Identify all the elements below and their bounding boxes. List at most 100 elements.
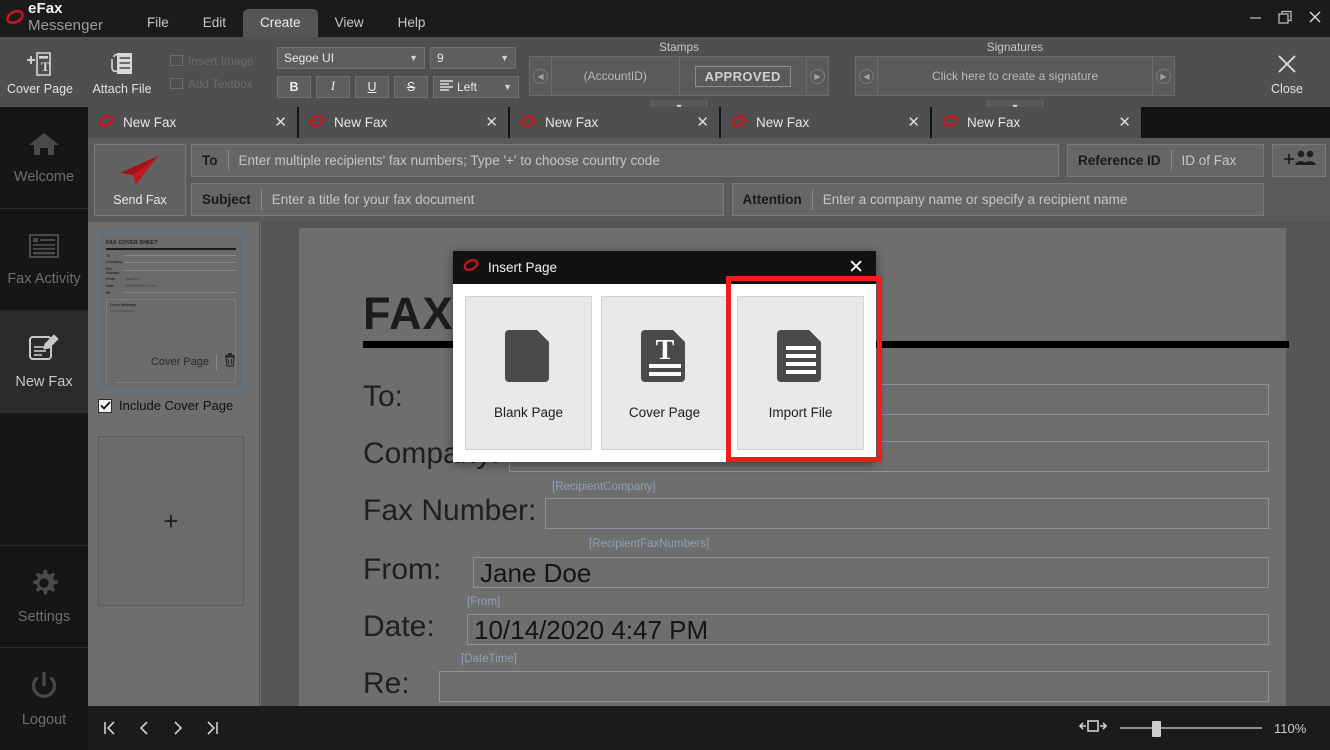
doc-input-re[interactable] xyxy=(439,671,1269,702)
stamps-prev-button[interactable]: ◀ xyxy=(530,57,552,95)
thumb-field-fill xyxy=(125,292,236,293)
sidebar-label-fax-activity: Fax Activity xyxy=(7,271,80,287)
sidebar-item-new-fax[interactable]: New Fax xyxy=(0,311,88,413)
page-navigation xyxy=(102,719,220,737)
zoom-slider[interactable] xyxy=(1120,721,1262,735)
home-icon xyxy=(27,130,61,162)
thumb-field-value: 10/14/2020 4:47 PM xyxy=(125,284,156,288)
menu-item-create[interactable]: Create xyxy=(243,9,318,37)
tab-new-fax-2[interactable]: New Fax ✕ xyxy=(299,107,510,138)
attention-input[interactable]: Enter a company name or specify a recipi… xyxy=(813,192,1263,207)
tab-label: New Fax xyxy=(545,115,688,130)
fit-width-icon[interactable] xyxy=(1078,718,1108,739)
thumbnail-cover-page[interactable]: FAX COVER SHEET To Company Fax Number Fr… xyxy=(98,232,244,390)
thumb-field-row: Re xyxy=(106,291,236,295)
stamps-gallery: Stamps ◀ (AccountID) APPROVED ▶ ▼ xyxy=(529,37,829,107)
dialog-close-icon[interactable]: ✕ xyxy=(848,258,866,277)
create-signature-button[interactable]: Click here to create a signature xyxy=(878,57,1152,95)
doc-input-from[interactable]: Jane Doe xyxy=(473,557,1269,588)
last-page-icon[interactable] xyxy=(204,719,220,737)
trash-icon[interactable] xyxy=(224,352,236,372)
stamp-item-approved[interactable]: APPROVED xyxy=(680,57,807,95)
signatures-title: Signatures xyxy=(855,40,1175,56)
tab-label: New Fax xyxy=(123,115,266,130)
tab-close-icon[interactable]: ✕ xyxy=(274,115,287,130)
menu-item-help[interactable]: Help xyxy=(381,9,443,37)
menu-item-view[interactable]: View xyxy=(318,9,381,37)
first-page-icon[interactable] xyxy=(102,719,118,737)
next-page-icon[interactable] xyxy=(170,719,186,737)
attach-file-button[interactable]: Attach File xyxy=(80,37,164,107)
font-size-select[interactable]: 9 ▼ xyxy=(430,47,516,69)
tab-new-fax-3[interactable]: New Fax ✕ xyxy=(510,107,721,138)
strikethrough-button[interactable]: S xyxy=(394,76,428,98)
stamps-title: Stamps xyxy=(529,40,829,56)
attention-field[interactable]: Attention Enter a company name or specif… xyxy=(732,183,1265,216)
add-contacts-icon xyxy=(1282,148,1316,173)
sidebar-item-welcome[interactable]: Welcome xyxy=(0,107,88,209)
doc-input-fax-number[interactable] xyxy=(545,498,1269,529)
to-input[interactable]: Enter multiple recipients' fax numbers; … xyxy=(229,153,1059,168)
doc-row-re: Re: xyxy=(363,667,1275,702)
option-cover-page[interactable]: T Cover Page xyxy=(601,296,728,450)
menu-item-edit[interactable]: Edit xyxy=(186,9,243,37)
send-fax-button[interactable]: Send Fax xyxy=(94,144,186,216)
fax-tab-strip: New Fax ✕ New Fax ✕ New Fax ✕ xyxy=(88,107,1330,138)
tab-close-icon[interactable]: ✕ xyxy=(485,115,498,130)
reference-id-field[interactable]: Reference ID ID of Fax xyxy=(1067,144,1264,177)
sidebar-item-settings[interactable]: Settings xyxy=(0,546,88,648)
italic-button[interactable]: I xyxy=(316,76,350,98)
signatures-next-button[interactable]: ▶ xyxy=(1152,57,1174,95)
sidebar-item-fax-activity[interactable]: Fax Activity xyxy=(0,209,88,311)
thumb-cover-message-value: (CoverMessage) xyxy=(110,309,232,313)
underline-button[interactable]: U xyxy=(355,76,389,98)
close-icon[interactable] xyxy=(1300,0,1330,34)
bold-button[interactable]: B xyxy=(277,76,311,98)
sidebar-item-logout[interactable]: Logout xyxy=(0,648,88,750)
add-contacts-button[interactable] xyxy=(1272,144,1326,177)
doc-input-date[interactable]: 10/14/2020 4:47 PM xyxy=(467,614,1269,645)
zoom-slider-handle[interactable] xyxy=(1152,721,1161,737)
tab-new-fax-5[interactable]: New Fax ✕ xyxy=(932,107,1143,138)
compose-header: Send Fax To Enter multiple recipients' f… xyxy=(88,138,1330,222)
to-field[interactable]: To Enter multiple recipients' fax number… xyxy=(191,144,1059,177)
prev-page-icon[interactable] xyxy=(136,719,152,737)
tab-close-icon[interactable]: ✕ xyxy=(1118,115,1131,130)
doc-row-date: Date: 10/14/2020 4:47 PM xyxy=(363,610,1275,645)
thumb-field-value: Jane Doe xyxy=(125,277,140,281)
subject-input[interactable]: Enter a title for your fax document xyxy=(262,192,723,207)
stamps-next-button[interactable]: ▶ xyxy=(806,57,828,95)
subject-field[interactable]: Subject Enter a title for your fax docum… xyxy=(191,183,724,216)
tab-close-icon[interactable]: ✕ xyxy=(696,115,709,130)
attention-label: Attention xyxy=(733,189,813,210)
signatures-prev-button[interactable]: ◀ xyxy=(856,57,878,95)
minimize-icon[interactable] xyxy=(1240,0,1270,34)
include-cover-page-checkbox[interactable] xyxy=(98,399,112,413)
alignment-select[interactable]: Left ▼ xyxy=(433,76,519,98)
insert-image-label: Insert Image xyxy=(188,54,254,68)
tab-close-icon[interactable]: ✕ xyxy=(907,115,920,130)
close-ribbon-button[interactable]: Close xyxy=(1244,37,1330,107)
reference-id-input[interactable]: ID of Fax xyxy=(1172,153,1263,168)
thumb-field-row: Fax Number xyxy=(106,267,236,275)
tab-new-fax-1[interactable]: New Fax ✕ xyxy=(88,107,299,138)
option-import-file[interactable]: Import File xyxy=(737,296,864,450)
chevron-right-icon: ▶ xyxy=(810,69,825,84)
add-page-thumbnail-button[interactable]: + xyxy=(98,436,244,606)
font-family-select[interactable]: Segoe UI ▼ xyxy=(277,47,425,69)
tab-new-fax-4[interactable]: New Fax ✕ xyxy=(721,107,932,138)
import-file-icon xyxy=(775,326,827,391)
restore-icon[interactable] xyxy=(1270,0,1300,34)
application-window: eFax Messenger File Edit Create View Hel… xyxy=(0,0,1330,750)
include-cover-page-row[interactable]: Include Cover Page xyxy=(98,398,249,413)
stamp-item-accountid[interactable]: (AccountID) xyxy=(552,57,680,95)
thumb-field-fill xyxy=(125,255,236,256)
option-blank-page[interactable]: Blank Page xyxy=(465,296,592,450)
compose-icon xyxy=(27,333,61,367)
menu-item-file[interactable]: File xyxy=(130,9,186,37)
cover-page-label: Cover Page xyxy=(7,82,73,96)
cover-page-icon: T xyxy=(639,326,691,391)
chevron-down-icon: ▼ xyxy=(409,53,418,63)
cover-page-button[interactable]: T Cover Page xyxy=(0,37,80,107)
insert-image-button: Insert Image xyxy=(170,54,269,68)
